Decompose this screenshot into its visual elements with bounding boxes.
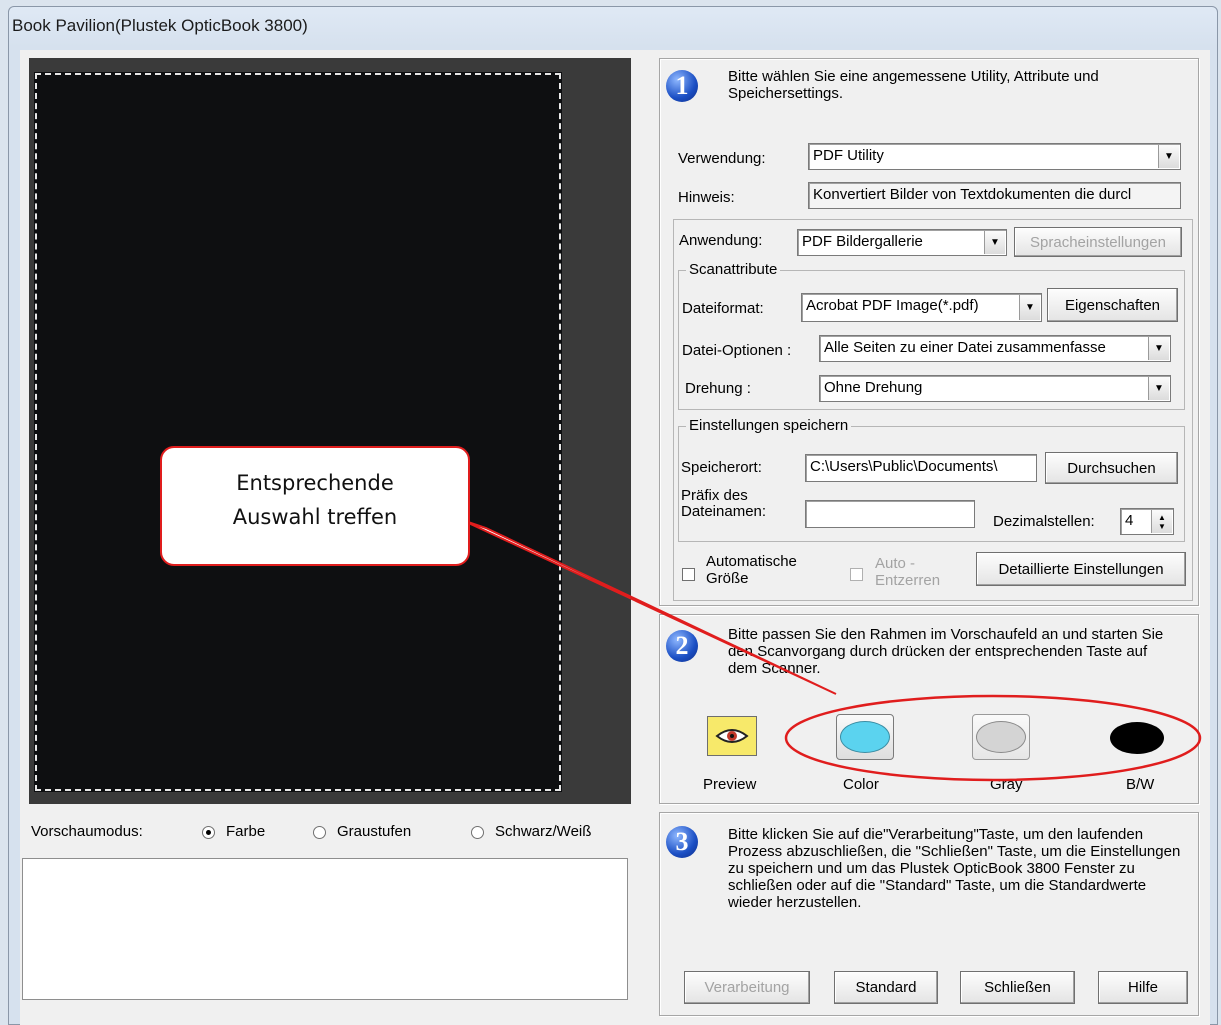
callout-pointer (461, 519, 837, 695)
callout-line2: Auswahl treffen (232, 505, 398, 529)
callout-line1: Entsprechende (236, 471, 394, 495)
callout-bubble: Entsprechende Auswahl treffen (160, 446, 470, 566)
highlight-ellipse (784, 694, 1202, 782)
